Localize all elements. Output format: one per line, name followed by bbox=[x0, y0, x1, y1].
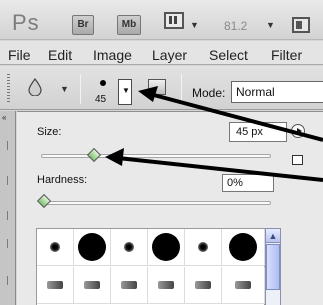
scroll-up-icon[interactable]: ▲ bbox=[266, 229, 280, 243]
scrollbar-thumb[interactable] bbox=[266, 244, 280, 290]
size-input[interactable]: 45 px bbox=[229, 122, 287, 142]
menu-image[interactable]: Image bbox=[93, 47, 132, 63]
brush-preset-hard[interactable] bbox=[222, 229, 265, 266]
size-label: Size: bbox=[37, 126, 62, 138]
brush-tip-icon bbox=[84, 281, 100, 289]
brush-preset-tip[interactable] bbox=[222, 267, 265, 304]
separator bbox=[181, 74, 182, 104]
brush-tip-icon bbox=[47, 281, 63, 289]
size-slider-track[interactable] bbox=[41, 154, 271, 158]
soft-round-brush-icon bbox=[50, 242, 60, 252]
soft-round-brush-icon bbox=[198, 242, 208, 252]
tool-options-bar: ▼ 45 ▼ Mode: Normal bbox=[0, 66, 323, 110]
brush-preset-hard[interactable] bbox=[74, 229, 111, 266]
presets-scrollbar[interactable]: ▲ bbox=[265, 228, 281, 305]
menu-filter[interactable]: Filter bbox=[271, 47, 302, 63]
brush-tip-icon bbox=[121, 281, 137, 289]
menu-edit[interactable]: Edit bbox=[48, 47, 72, 63]
menu-file[interactable]: File bbox=[8, 47, 31, 63]
soft-round-brush-icon bbox=[124, 242, 134, 252]
panel-grip bbox=[7, 276, 8, 285]
hardness-slider-track[interactable] bbox=[41, 201, 271, 205]
blur-drop-icon[interactable] bbox=[28, 78, 42, 96]
zoom-level[interactable]: 81.2 bbox=[224, 19, 247, 33]
brush-size-readout: 45 bbox=[95, 94, 107, 105]
photoshop-logo: Ps bbox=[12, 10, 40, 35]
brush-preset-picker-button[interactable]: ▼ bbox=[118, 79, 132, 105]
view-extras-icon bbox=[164, 12, 184, 29]
brush-presets-grid bbox=[36, 228, 265, 305]
hard-round-brush-icon bbox=[229, 233, 257, 261]
brush-preset-tip[interactable] bbox=[74, 267, 111, 304]
menu-layer[interactable]: Layer bbox=[152, 47, 187, 63]
brush-preset-soft[interactable] bbox=[37, 229, 74, 266]
brush-tip-icon bbox=[235, 281, 251, 289]
brush-preset-tip[interactable] bbox=[37, 267, 74, 304]
zoom-dropdown-icon[interactable]: ▼ bbox=[266, 20, 275, 30]
panel-grip bbox=[7, 176, 8, 185]
brush-preset-tip[interactable] bbox=[185, 267, 222, 304]
toggle-brush-panel-icon[interactable] bbox=[148, 79, 166, 95]
mode-select[interactable]: Normal bbox=[231, 81, 323, 103]
collapse-icon[interactable]: « bbox=[2, 113, 6, 122]
new-preset-icon[interactable] bbox=[292, 155, 303, 165]
hard-round-brush-icon bbox=[152, 233, 180, 261]
view-extras-button[interactable] bbox=[164, 12, 186, 32]
separator bbox=[80, 74, 81, 104]
application-bar: Ps Br Mb ▼ 81.2 ▼ bbox=[0, 0, 323, 40]
brush-preset-picker: Size: 45 px Hardness: 0% ▲ bbox=[17, 111, 323, 305]
mode-label: Mode: bbox=[192, 86, 226, 100]
menu-bar: File Edit Image Layer Select Filter bbox=[0, 41, 323, 65]
brush-tip-icon bbox=[158, 281, 174, 289]
size-slider-thumb[interactable] bbox=[86, 147, 102, 163]
tool-preset-dropdown-icon[interactable]: ▼ bbox=[60, 84, 69, 94]
options-bar-grip[interactable] bbox=[7, 74, 10, 102]
brush-preset-tip[interactable] bbox=[148, 267, 185, 304]
arrange-documents-button[interactable] bbox=[292, 17, 310, 33]
panel-grip bbox=[7, 141, 8, 150]
tools-panel-edge: « bbox=[0, 111, 16, 305]
chevron-down-icon: ▼ bbox=[122, 86, 130, 95]
brush-preset-soft[interactable] bbox=[111, 229, 148, 266]
hard-round-brush-icon bbox=[78, 233, 106, 261]
view-extras-dropdown-icon[interactable]: ▼ bbox=[190, 20, 199, 30]
hardness-slider-thumb[interactable] bbox=[36, 193, 52, 209]
hardness-input[interactable]: 0% bbox=[222, 174, 274, 192]
menu-select[interactable]: Select bbox=[209, 47, 248, 63]
brush-tip-icon bbox=[195, 281, 211, 289]
brush-preset-tip[interactable] bbox=[111, 267, 148, 304]
brush-preview-icon bbox=[100, 80, 106, 86]
brush-preset-hard[interactable] bbox=[148, 229, 185, 266]
panel-grip bbox=[7, 239, 8, 248]
launch-mini-bridge-button[interactable]: Mb bbox=[117, 15, 141, 35]
brush-preset-soft[interactable] bbox=[185, 229, 222, 266]
launch-bridge-button[interactable]: Br bbox=[72, 15, 94, 35]
panel-grip bbox=[7, 211, 8, 220]
hardness-label: Hardness: bbox=[37, 174, 88, 186]
picker-menu-icon[interactable] bbox=[291, 124, 305, 138]
